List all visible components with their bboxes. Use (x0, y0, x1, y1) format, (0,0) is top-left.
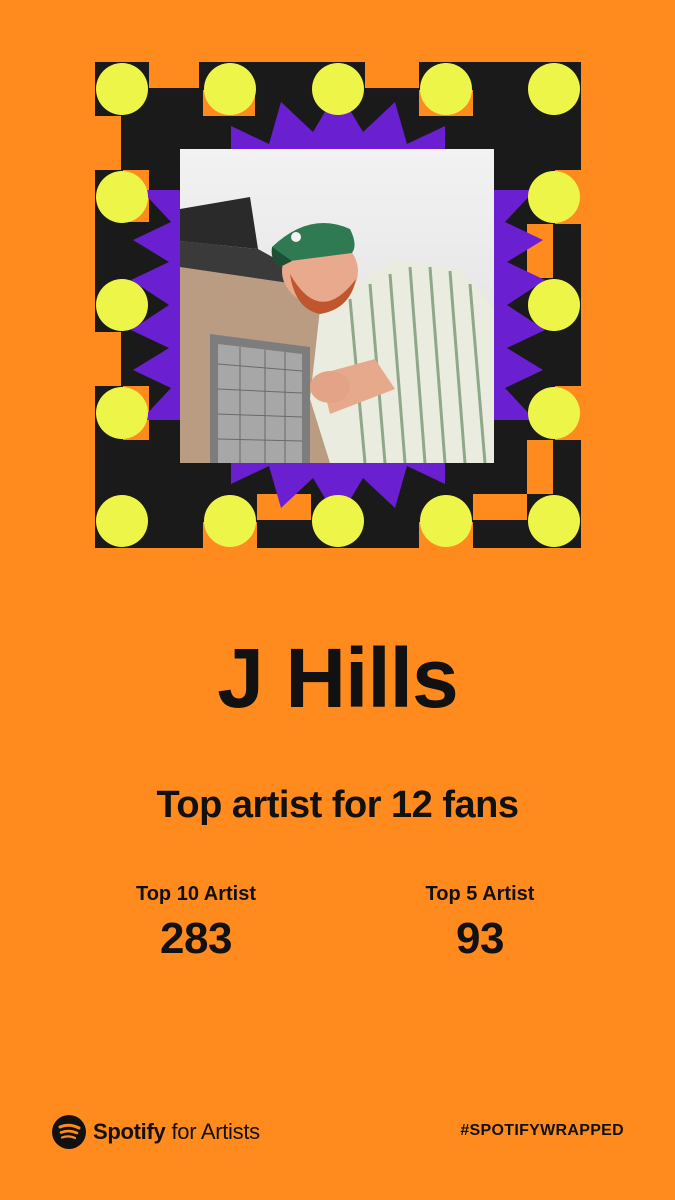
stat-value: 93 (456, 914, 504, 963)
brand-name: Spotify (93, 1119, 166, 1144)
stat-value: 283 (160, 914, 232, 963)
stat-label: Top 5 Artist (425, 883, 535, 905)
stat-label: Top 10 Artist (135, 883, 256, 905)
artist-name: J Hills (217, 631, 458, 725)
stat-top-10: Top 10 Artist 283 (71, 883, 321, 964)
hashtag: #SPOTIFYWRAPPED (460, 1122, 624, 1139)
stat-top-5: Top 5 Artist 93 (355, 883, 605, 964)
spotify-icon (52, 1115, 86, 1149)
artist-photo (180, 149, 494, 463)
brand-subtitle: for Artists (171, 1119, 260, 1144)
artist-frame (95, 62, 581, 548)
spotify-for-artists-logo: Spotify for Artists (52, 1114, 260, 1150)
artist-photo-illustration (180, 149, 494, 463)
top-artist-headline: Top artist for 12 fans (156, 784, 519, 826)
